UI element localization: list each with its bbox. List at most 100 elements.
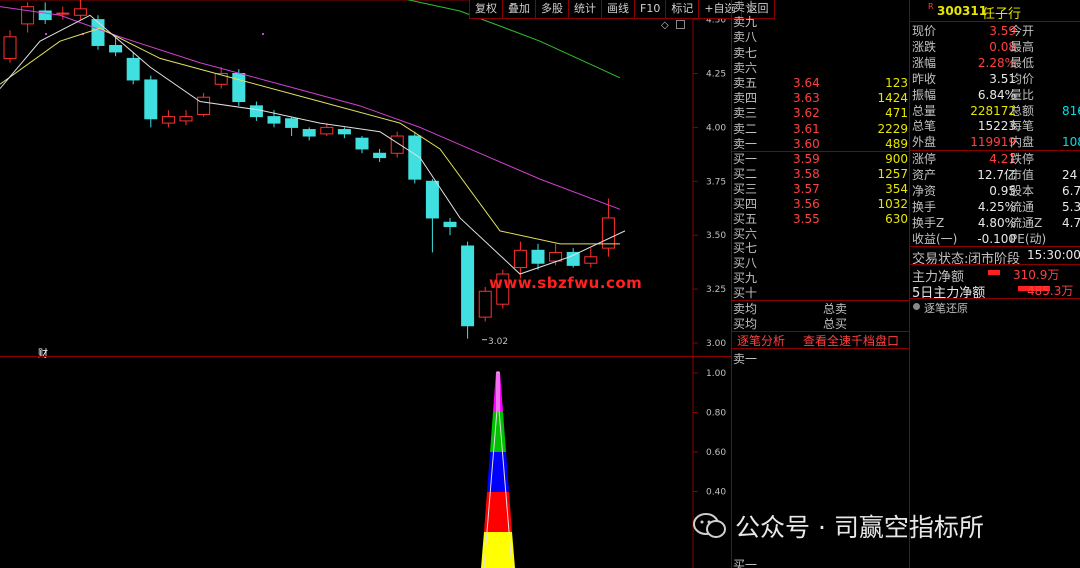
bid-row-1[interactable]: 买二 3.58 1257 [731,166,910,182]
level-label: 买四 [733,196,758,211]
scroll-square-icon[interactable] [676,20,685,29]
toolbar-button-1[interactable]: 叠加 [502,0,535,19]
quote-value-2: 4.7 [1062,216,1080,230]
candle-down [232,73,246,103]
quote-key: 昨收 [912,71,937,86]
quote-value-2: 816 [1062,103,1080,118]
level-price: 3.59 [793,152,820,166]
level-volume: 1032 [877,196,908,211]
queue-buy1-label: 买一 [733,558,758,568]
candle-down [408,135,422,180]
toolbar-button-0[interactable]: 复权 [469,0,502,19]
candle-down [109,44,123,53]
quote-row: 总量228172总额816 [912,103,1080,119]
indicator-band-4 [493,372,503,412]
signal-marker [262,33,264,35]
ask-row-9[interactable]: 卖一 3.60 489 [731,136,910,152]
ma-line-white [0,14,626,275]
level-price: 3.57 [793,181,820,196]
quote-row: 外盘119919内盘108 [912,134,1080,150]
total-buy-label: 总买 [823,317,848,331]
toolbar-button-3[interactable]: 统计 [568,0,601,19]
level-label: 买十 [733,286,758,301]
candle-down [144,79,158,120]
quote-separator-3 [910,264,1080,265]
quote-key: 外盘 [912,135,937,150]
quote-key-2: 流通Z [1010,216,1043,230]
quote-key: 换手 [912,200,937,214]
bid-row-5[interactable]: 买六 [731,226,910,242]
candle-up [197,96,211,115]
bid-row-6[interactable]: 买七 [731,240,910,256]
quote-key-2: 均价 [1010,71,1035,86]
quote-row: 资产 12.7亿 市值 24 [912,167,1080,183]
stock-code: 300311 [937,4,988,18]
level-volume: 630 [885,211,908,226]
level-label: 卖一 [733,136,758,151]
quote-row: 振幅 6.84% 量比 [912,87,1080,103]
tick-restore-button[interactable]: 逐笔还原 [924,300,968,316]
finance-badge[interactable]: 财 [38,345,48,360]
toolbar-button-2[interactable]: 多股 [535,0,568,19]
level-label: 卖五 [733,76,758,90]
bid-row-7[interactable]: 买八 [731,255,910,271]
ask-row-3[interactable]: 卖七 [731,45,910,61]
quote-key-2: 量比 [1010,87,1035,102]
quote-separator [910,150,1080,151]
level-price: 3.56 [793,196,820,211]
full-depth-tab[interactable]: 查看全速千档盘口 [803,332,899,349]
quote-value-2: 24 [1062,168,1078,182]
toolbar-button-6[interactable]: 标记 [665,0,699,19]
candle-down [337,129,351,135]
quote-key: 现价 [912,24,937,38]
ask-row-6[interactable]: 卖四 3.63 1424 [731,90,910,106]
level-label: 买一 [733,152,758,166]
bid-row-4[interactable]: 买五 3.55 630 [731,211,910,227]
quote-key-2: 股本 [1010,184,1035,198]
quote-value-2: 108 [1062,135,1080,150]
ask-row-5[interactable]: 卖五 3.64 123 [731,75,910,91]
price-tick-label: 3.25 [706,285,726,295]
price-tick-label: 3.00 [706,339,726,349]
level-label: 买七 [733,241,758,256]
quote-key-2: 跌停 [1010,152,1035,166]
ask-row-0[interactable]: 卖十 [731,0,910,15]
quote-key: 涨幅 [912,55,937,70]
top-toolbar: 复权 叠加 多股 统计 画线 F10 标记 +自选 返回 [469,0,775,19]
bid-row-0[interactable]: 买一 3.59 900 [731,151,910,167]
level-label: 买五 [733,211,758,226]
wechat-icon [693,512,727,540]
indicator-tick-label: 0.60 [706,448,726,458]
kline-chart-area[interactable]: 5.505.255.004.754.504.254.003.753.503.25… [0,0,731,568]
quote-value-2: 6.7 [1062,184,1080,198]
tick-restore-icon[interactable] [913,303,920,310]
bid-row-2[interactable]: 买三 3.57 354 [731,181,910,197]
ask-row-7[interactable]: 卖三 3.62 471 [731,105,910,121]
ask-row-1[interactable]: 卖九 [731,14,910,30]
bid-row-8[interactable]: 买九 [731,270,910,286]
quote-row: 换手 4.25% 流通 5.3 [912,199,1080,215]
low-price-label: 3.02 [488,337,509,347]
ask-row-4[interactable]: 卖六 [731,60,910,76]
wechat-watermark: 公众号 · 司赢空指标所 [693,506,1063,546]
watermark-text: www.sbzfwu.com [489,274,643,292]
tick-analysis-tab[interactable]: 逐笔分析 [737,332,785,349]
level-price: 3.63 [793,91,820,106]
toolbar-button-5[interactable]: F10 [634,0,666,19]
diamond-icon[interactable]: ◇ [661,20,669,31]
r-badge: R [928,2,934,11]
bid-row-3[interactable]: 买四 3.56 1032 [731,196,910,212]
quote-row: 收益(一) -0.100 PE(动) [912,231,1080,247]
quote-key-2: 流通 [1010,200,1035,214]
candle-down [443,221,457,228]
bid-avg-label: 买均 [733,317,758,331]
bid-row-9[interactable]: 买十 [731,285,910,301]
book-separator-4 [731,348,910,349]
ask-row-2[interactable]: 卖八 [731,29,910,45]
chart-bottom-line [0,356,731,357]
ask-row-8[interactable]: 卖二 3.61 2229 [731,121,910,137]
candle-up [73,8,87,16]
quote-key: 收益(一) [912,232,958,246]
toolbar-button-4[interactable]: 画线 [601,0,634,19]
candle-down [425,180,439,219]
